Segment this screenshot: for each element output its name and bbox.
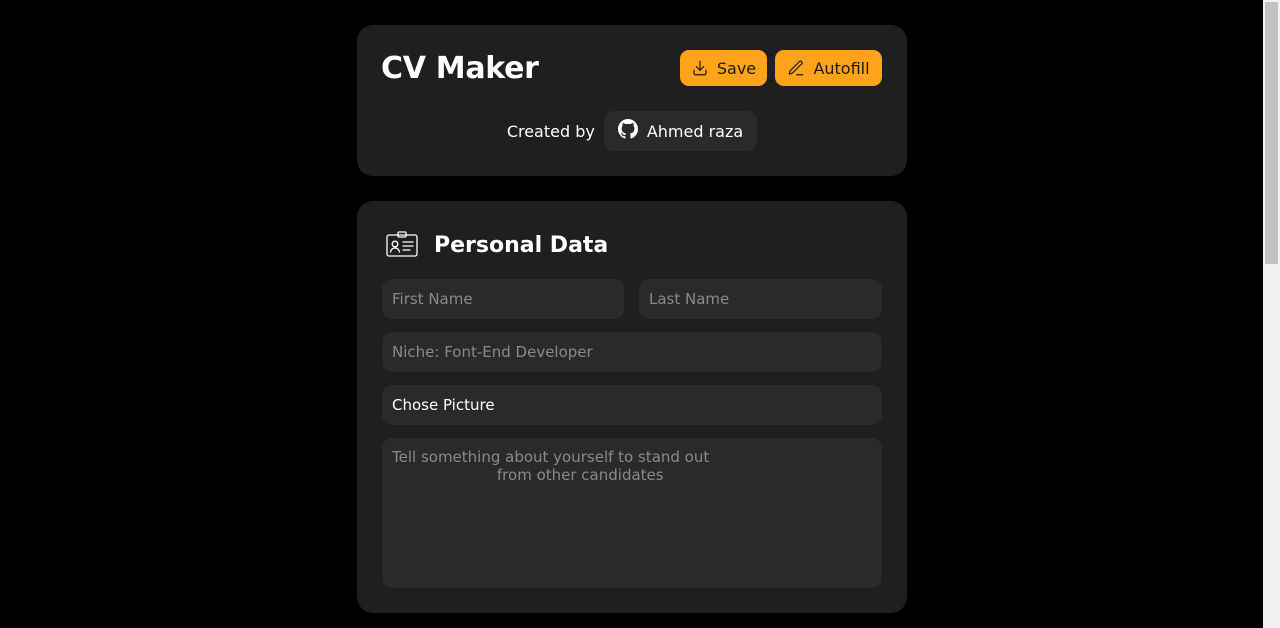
page: CV Maker Save Autofill Created by Ahmed … xyxy=(0,0,1280,628)
author-name: Ahmed raza xyxy=(646,121,744,141)
scrollbar-thumb[interactable] xyxy=(1265,2,1278,264)
section-title: Personal Data xyxy=(434,233,609,258)
pencil-icon xyxy=(787,59,805,77)
section-header: Personal Data xyxy=(386,231,608,261)
choose-picture-label: Chose Picture xyxy=(392,396,495,414)
github-icon xyxy=(617,119,638,143)
id-card-icon xyxy=(386,231,418,261)
first-name-field[interactable] xyxy=(382,279,624,319)
author-github-link[interactable]: Ahmed raza xyxy=(603,111,758,151)
autofill-button-label: Autofill xyxy=(813,58,870,78)
credit-label: Created by xyxy=(506,121,595,141)
header-card: CV Maker Save Autofill Created by Ahmed … xyxy=(357,25,907,176)
about-textarea[interactable] xyxy=(382,438,882,588)
save-button[interactable]: Save xyxy=(680,50,767,86)
download-icon xyxy=(691,59,709,77)
app-title: CV Maker xyxy=(381,51,539,86)
last-name-field[interactable] xyxy=(639,279,882,319)
choose-picture-button[interactable]: Chose Picture xyxy=(382,385,882,425)
personal-data-card: Personal Data Chose Picture xyxy=(357,201,907,613)
autofill-button[interactable]: Autofill xyxy=(775,50,882,86)
credit-row: Created by Ahmed raza xyxy=(357,111,907,151)
vertical-scrollbar[interactable] xyxy=(1263,0,1280,628)
niche-field[interactable] xyxy=(382,332,882,372)
save-button-label: Save xyxy=(716,58,757,78)
